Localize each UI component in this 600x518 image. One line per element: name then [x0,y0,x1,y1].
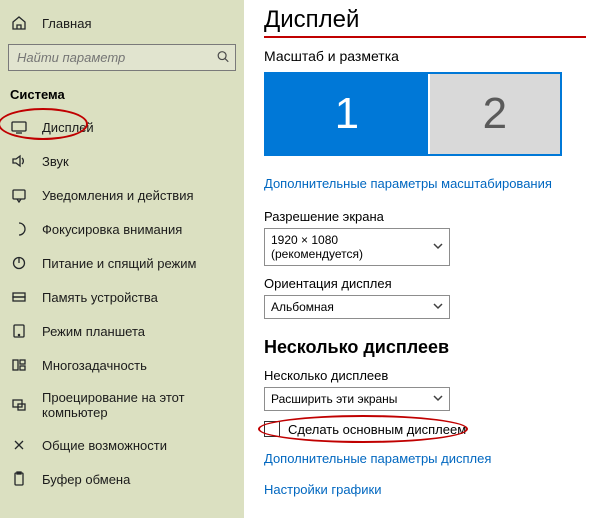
sidebar-item-clipboard[interactable]: Буфер обмена [0,462,244,496]
orientation-label: Ориентация дисплея [264,276,586,291]
orientation-value: Альбомная [271,300,334,314]
annotation-underline [264,36,586,38]
sidebar-item-label: Режим планшета [42,324,145,339]
multi-display-value: Расширить эти экраны [271,392,397,406]
chevron-down-icon [433,300,443,314]
sidebar-item-project[interactable]: Проецирование на этот компьютер [0,382,244,428]
resolution-select[interactable]: 1920 × 1080 (рекомендуется) [264,228,450,266]
sidebar-item-focus[interactable]: Фокусировка внимания [0,212,244,246]
sidebar-item-tablet[interactable]: Режим планшета [0,314,244,348]
resolution-value: 1920 × 1080 (рекомендуется) [271,233,433,261]
search-icon [216,49,230,66]
display-icon [10,118,28,136]
monitor-arrangement[interactable]: 1 2 [264,72,562,156]
multi-display-heading: Несколько дисплеев [264,337,586,358]
project-icon [10,396,28,414]
main-content: Дисплей Масштаб и разметка 1 2 Дополните… [244,0,600,518]
advanced-display-link[interactable]: Дополнительные параметры дисплея [264,451,491,466]
sidebar-item-notifications[interactable]: Уведомления и действия [0,178,244,212]
sidebar-item-power[interactable]: Питание и спящий режим [0,246,244,280]
sidebar-item-label: Фокусировка внимания [42,222,182,237]
multi-display-label: Несколько дисплеев [264,368,586,383]
chevron-down-icon [433,240,443,254]
sidebar-item-label: Память устройства [42,290,158,305]
sidebar-item-label: Дисплей [42,120,94,135]
sidebar-item-home[interactable]: Главная [0,6,244,40]
sidebar-item-label: Общие возможности [42,438,167,453]
chevron-down-icon [433,392,443,406]
search-field[interactable] [8,44,236,71]
sidebar-item-storage[interactable]: Память устройства [0,280,244,314]
sidebar-item-label: Звук [42,154,69,169]
sound-icon [10,152,28,170]
orientation-select[interactable]: Альбомная [264,295,450,319]
monitor-1[interactable]: 1 [266,74,428,154]
scale-heading: Масштаб и разметка [264,48,586,64]
sidebar-item-label: Проецирование на этот компьютер [42,390,234,420]
page-title: Дисплей [264,6,586,34]
graphics-settings-link[interactable]: Настройки графики [264,482,381,497]
search-input[interactable] [8,44,236,71]
sidebar-item-sound[interactable]: Звук [0,144,244,178]
focus-icon [10,220,28,238]
sidebar-section-head: Система [0,77,244,110]
sidebar-item-display[interactable]: Дисплей [0,110,244,144]
sidebar-item-multitask[interactable]: Многозадачность [0,348,244,382]
sidebar-item-shared[interactable]: Общие возможности [0,428,244,462]
sidebar-item-label: Буфер обмена [42,472,130,487]
sidebar-item-label: Уведомления и действия [42,188,194,203]
storage-icon [10,288,28,306]
home-icon [10,14,28,32]
sidebar-item-label: Питание и спящий режим [42,256,196,271]
multi-display-select[interactable]: Расширить эти экраны [264,387,450,411]
clipboard-icon [10,470,28,488]
multitask-icon [10,356,28,374]
monitor-2[interactable]: 2 [428,74,560,154]
advanced-scaling-link[interactable]: Дополнительные параметры масштабирования [264,176,552,191]
tablet-icon [10,322,28,340]
shared-icon [10,436,28,454]
checkbox[interactable] [264,421,280,437]
make-primary-row[interactable]: Сделать основным дисплеем [264,421,586,437]
sidebar-item-label: Многозадачность [42,358,147,373]
notifications-icon [10,186,28,204]
power-icon [10,254,28,272]
resolution-label: Разрешение экрана [264,209,586,224]
sidebar: Главная Система Дисплей Звук Уведомления… [0,0,244,518]
make-primary-label: Сделать основным дисплеем [288,422,466,437]
sidebar-item-label: Главная [42,16,91,31]
